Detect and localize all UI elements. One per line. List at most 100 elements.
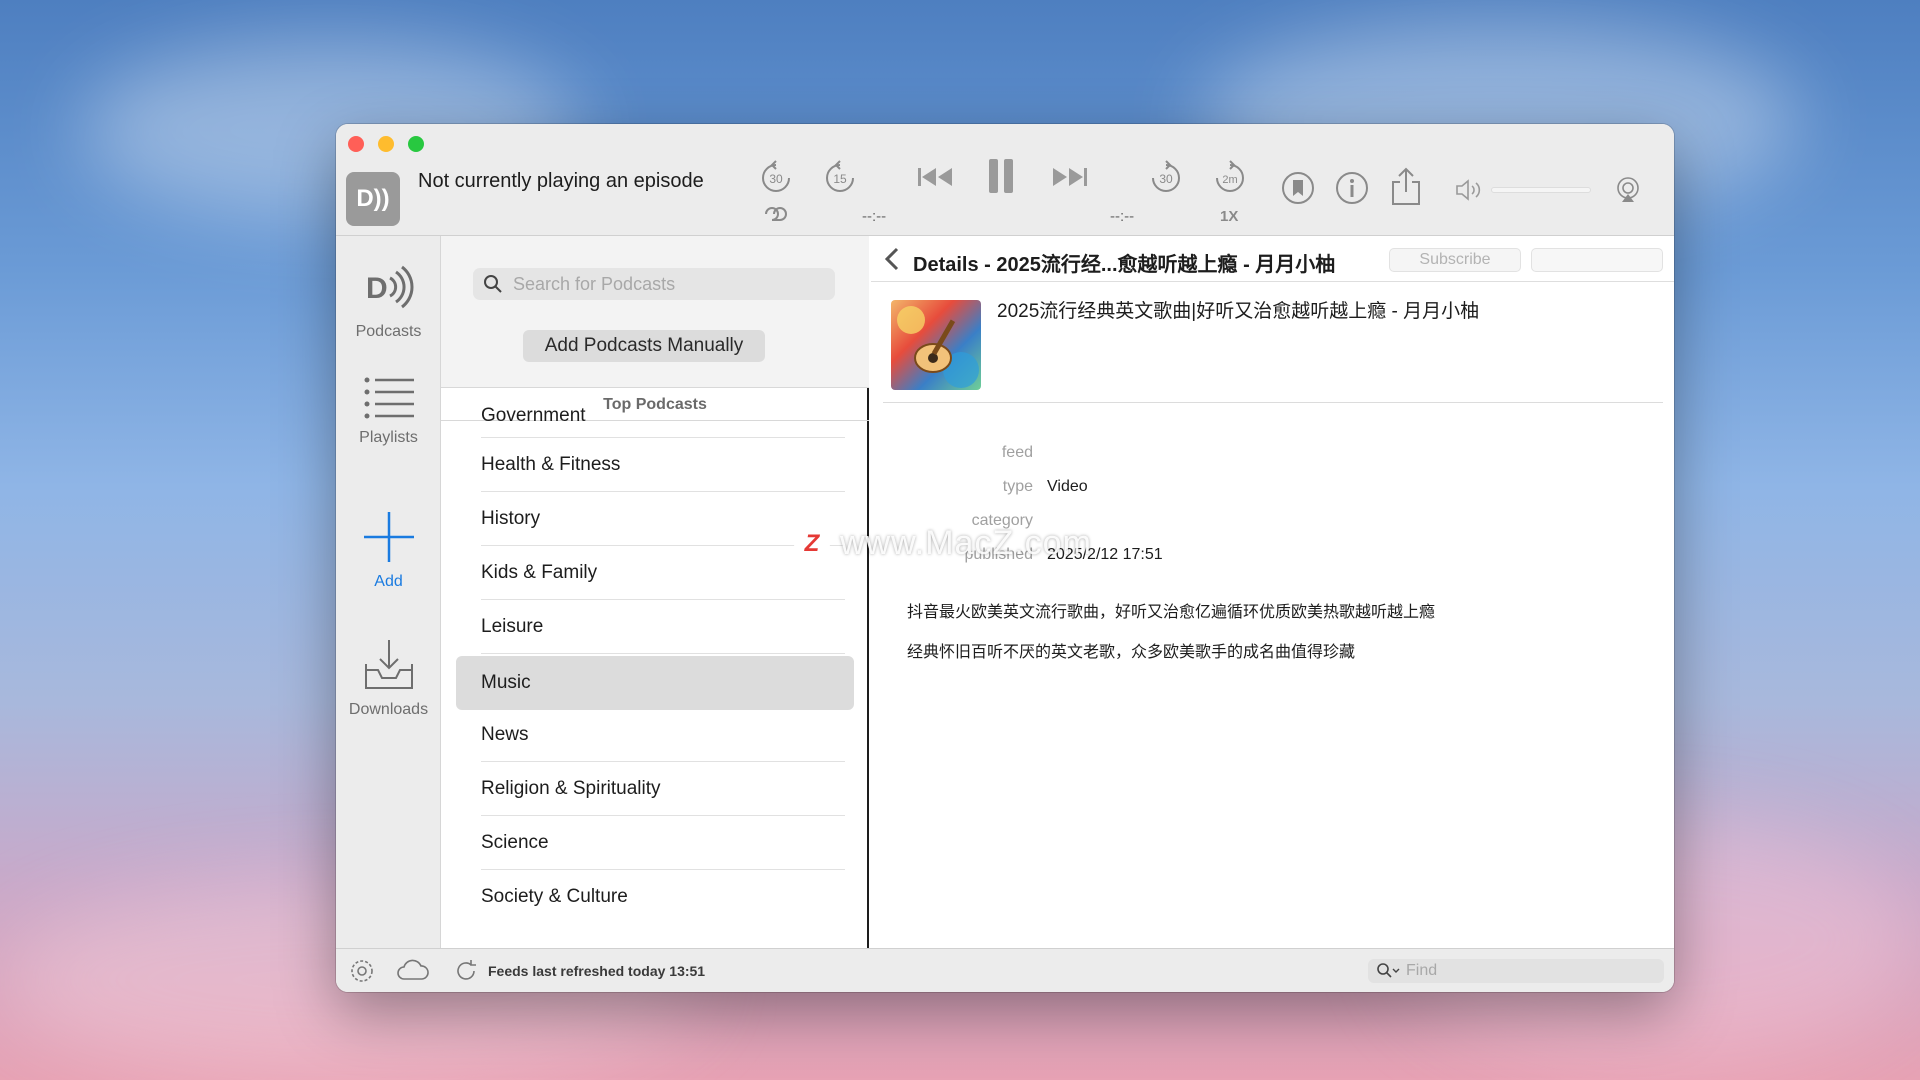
airplay-icon	[1617, 177, 1639, 202]
type-label: type	[1002, 478, 1033, 495]
category-item-leisure[interactable]: Leisure	[481, 600, 845, 654]
browser-header: Add Podcasts Manually	[441, 236, 869, 388]
loop-icon	[765, 207, 787, 221]
svg-text:15: 15	[833, 172, 847, 186]
cloud-icon	[397, 959, 429, 980]
search-input[interactable]	[513, 273, 833, 295]
skip-back-30-button[interactable]: 30	[758, 160, 794, 196]
skip-forward-30-button[interactable]: 30	[1148, 160, 1184, 196]
category-item-health-fitness[interactable]: Health & Fitness	[481, 438, 845, 492]
skip-forward-30-icon: 30	[1152, 160, 1180, 192]
bookmark-icon	[1282, 172, 1314, 204]
list-icon	[364, 377, 414, 419]
svg-text:30: 30	[1159, 172, 1173, 186]
type-value: Video	[1047, 478, 1088, 495]
podcast-logo-icon: D	[366, 265, 413, 309]
category-label: News	[481, 723, 529, 745]
volume-slider[interactable]	[1491, 187, 1591, 193]
category-label: Religion & Spirituality	[481, 777, 661, 799]
subscribe-button[interactable]: Subscribe	[1389, 248, 1521, 272]
playback-speed-button[interactable]: 1X	[1220, 208, 1238, 225]
previous-track-icon	[918, 168, 952, 186]
player-toolbar: D)) Not currently playing an episode 30 …	[336, 124, 1674, 236]
elapsed-time: --:--	[862, 208, 887, 225]
watermark-badge: Z	[794, 526, 830, 562]
svg-text:2m: 2m	[1222, 174, 1237, 186]
svg-text:30: 30	[769, 172, 783, 186]
secondary-action-button[interactable]	[1531, 248, 1663, 272]
guitar-artwork-icon	[897, 306, 979, 388]
find-input[interactable]	[1406, 962, 1613, 980]
category-item-science[interactable]: Science	[481, 816, 845, 870]
nav-sidebar: D Podcasts Playlists Add Downloads	[336, 236, 441, 948]
category-label: Kids & Family	[481, 561, 598, 583]
find-field[interactable]	[1368, 959, 1664, 983]
skip-forward-2m-button[interactable]: 2m	[1212, 160, 1248, 196]
previous-episode-button[interactable]	[916, 162, 956, 192]
category-label: Science	[481, 831, 549, 853]
add-podcasts-manually-button[interactable]: Add Podcasts Manually	[523, 330, 765, 362]
pause-button[interactable]	[986, 156, 1016, 196]
plus-icon	[363, 512, 414, 562]
category-item-religion-spirituality[interactable]: Religion & Spirituality	[481, 762, 845, 816]
category-item-kids-family[interactable]: Kids & Family	[481, 546, 845, 600]
feed-label: feed	[1001, 444, 1033, 461]
sidebar-item-downloads[interactable]: Downloads	[336, 638, 441, 719]
skip-back-15-icon: 15	[826, 160, 854, 192]
minimize-window-button[interactable]	[378, 136, 394, 152]
search-dropdown-icon	[1377, 963, 1400, 978]
episode-artwork	[891, 300, 981, 390]
podcast-artwork-placeholder-icon: D))	[346, 172, 400, 226]
podcast-search[interactable]	[473, 268, 835, 300]
app-logo-text: D))	[356, 185, 390, 212]
settings-button[interactable]	[348, 957, 376, 985]
volume-button[interactable]	[1454, 176, 1486, 204]
description-line: 抖音最火欧美英文流行歌曲，好听又治愈亿遍循环优质欧美热歌越听越上瘾	[907, 604, 1436, 621]
skip-back-30-icon: 30	[762, 160, 790, 192]
back-button[interactable]	[883, 246, 901, 279]
status-bar: Feeds last refreshed today 13:51	[336, 948, 1674, 992]
detail-title: Details - 2025流行经...愈越听越上瘾 - 月月小柚	[913, 254, 1336, 276]
category-label: Society & Culture	[481, 886, 628, 907]
category-item-music[interactable]: Music	[456, 656, 854, 710]
category-item-society-culture[interactable]: Society & Culture	[481, 870, 845, 924]
info-button[interactable]	[1334, 170, 1370, 206]
cloud-sync-button[interactable]	[396, 957, 430, 985]
description-line: 经典怀旧百听不厌的英文老歌，众多欧美歌手的成名曲值得珍藏	[907, 644, 1356, 661]
share-icon	[1392, 167, 1420, 205]
category-label: Health & Fitness	[481, 453, 621, 475]
next-track-icon	[1053, 168, 1087, 186]
bookmark-button[interactable]	[1280, 170, 1316, 206]
podcast-browser-panel: Add Podcasts Manually Top Podcasts Gover…	[441, 236, 869, 948]
airplay-button[interactable]	[1612, 174, 1644, 206]
category-item-news[interactable]: News	[481, 708, 845, 762]
share-button[interactable]	[1388, 166, 1424, 206]
sidebar-item-playlists[interactable]: Playlists	[336, 374, 441, 447]
sidebar-item-label: Add	[374, 573, 403, 590]
category-label: Music	[481, 672, 531, 693]
category-label: Government	[481, 404, 586, 426]
refresh-button[interactable]	[452, 957, 480, 985]
sidebar-item-label: Downloads	[348, 701, 429, 718]
zoom-window-button[interactable]	[408, 136, 424, 152]
search-icon	[484, 275, 502, 293]
category-item-government[interactable]: Government	[481, 394, 845, 438]
loop-button[interactable]	[758, 202, 794, 226]
now-playing-status: Not currently playing an episode	[418, 170, 704, 192]
pause-icon	[989, 159, 1013, 193]
sidebar-item-podcasts[interactable]: D Podcasts	[336, 260, 441, 341]
category-label: Leisure	[481, 615, 544, 637]
download-tray-icon	[364, 640, 413, 689]
skip-back-15-button[interactable]: 15	[822, 160, 858, 196]
close-window-button[interactable]	[348, 136, 364, 152]
detail-header: Details - 2025流行经...愈越听越上瘾 - 月月小柚 Subscr…	[871, 236, 1674, 282]
next-episode-button[interactable]	[1049, 162, 1089, 192]
sidebar-item-add[interactable]: Add	[336, 510, 441, 591]
refresh-status: Feeds last refreshed today 13:51	[488, 963, 706, 979]
episode-title: 2025流行经典英文歌曲|好听又治愈越听越上瘾 - 月月小柚	[997, 301, 1480, 322]
category-item-history[interactable]: History	[481, 492, 845, 546]
info-icon	[1336, 172, 1368, 204]
gear-icon	[351, 960, 373, 982]
divider	[883, 402, 1663, 403]
remaining-time: --:--	[1110, 208, 1135, 225]
